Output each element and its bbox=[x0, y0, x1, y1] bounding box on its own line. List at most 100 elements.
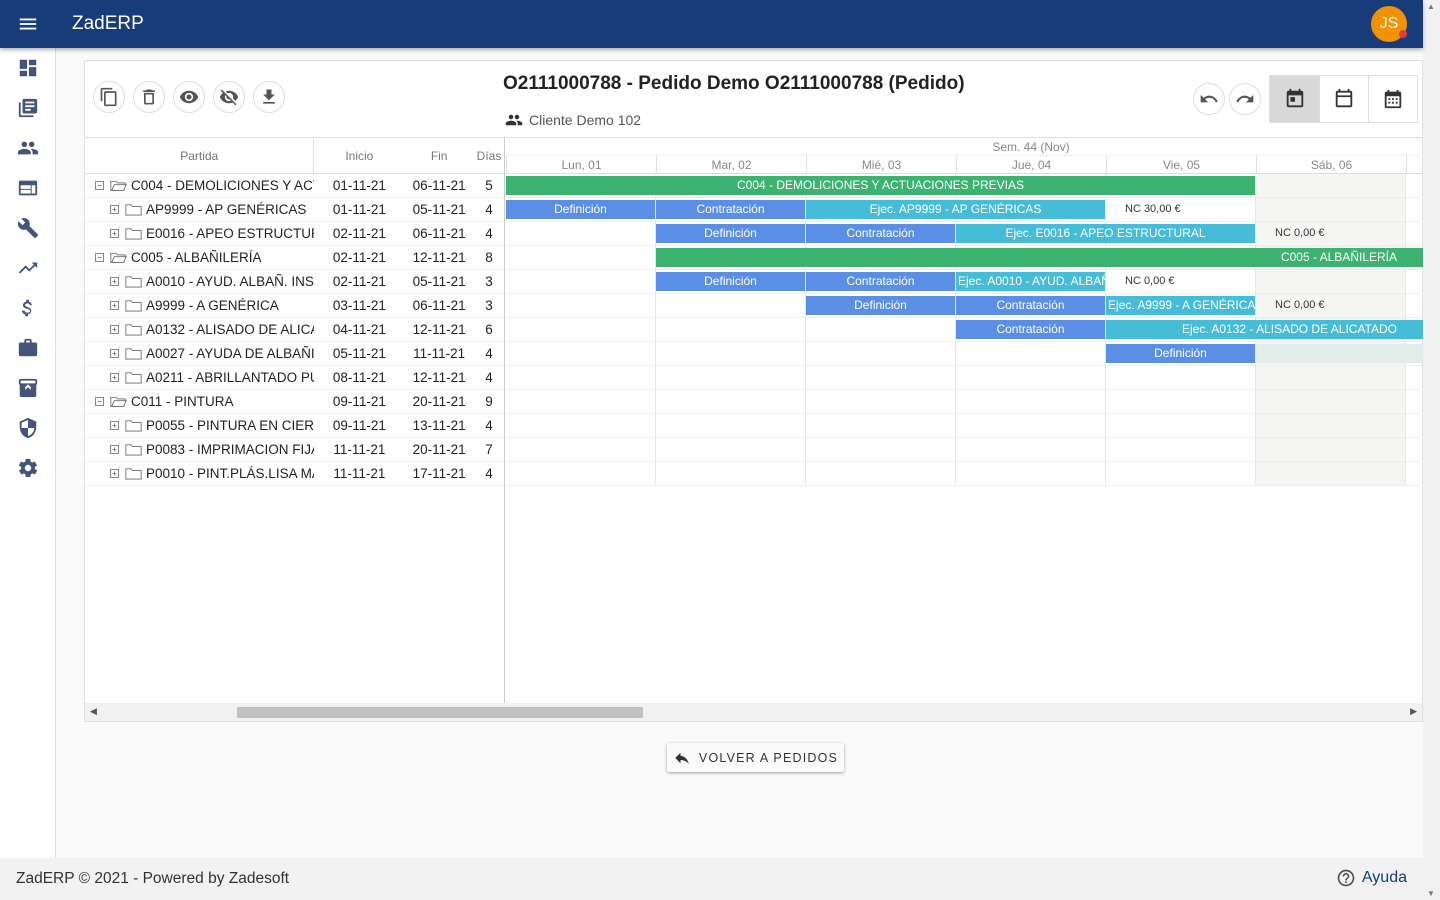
undo-button[interactable] bbox=[1193, 83, 1225, 115]
table-row[interactable]: + A0027 - AYUDA DE ALBAÑILERÍA 05-11-21 11-… bbox=[85, 342, 504, 366]
task-bar-definicion[interactable]: Definición bbox=[656, 272, 805, 291]
dias-cell: 8 bbox=[485, 250, 493, 265]
month-view-button[interactable] bbox=[1368, 76, 1417, 122]
task-bar-ejecucion[interactable]: Ejec. A0132 - ALISADO DE ALICATADO bbox=[1106, 320, 1423, 339]
sidebar-item-people[interactable] bbox=[0, 128, 56, 168]
partida-cell: − C005 - ALBAÑILERÍA bbox=[85, 250, 314, 265]
summary-bar[interactable]: C004 - DEMOLICIONES Y ACTUACIONES PREVIA… bbox=[506, 176, 1255, 195]
delete-button[interactable] bbox=[133, 81, 165, 113]
dias-cell: 4 bbox=[485, 202, 493, 217]
sidebar-item-trending[interactable] bbox=[0, 248, 56, 288]
expand-icon[interactable]: + bbox=[110, 349, 119, 358]
folder-icon bbox=[125, 324, 142, 336]
task-bar-contratacion[interactable]: Contratación bbox=[806, 272, 955, 291]
expand-icon[interactable]: + bbox=[110, 205, 119, 214]
task-bar-contratacion[interactable]: Contratación bbox=[956, 296, 1105, 315]
table-row[interactable]: + E0016 - APEO ESTRUCTURAL 02-11-21 06-11-2… bbox=[85, 222, 504, 246]
expand-icon[interactable]: + bbox=[110, 421, 119, 430]
task-bar-ejecucion[interactable]: Ejec. A0010 - AYUD. ALBAÑ. INSTALACIONES bbox=[956, 272, 1105, 291]
expand-icon[interactable]: + bbox=[110, 229, 119, 238]
row-gridline bbox=[506, 413, 1423, 414]
column-header-inicio[interactable]: Inicio bbox=[314, 138, 404, 173]
table-row[interactable]: + P0010 - PINT.PLÁS.LISA MATE 11-11-21 17-1… bbox=[85, 462, 504, 486]
sidebar-item-library[interactable] bbox=[0, 88, 56, 128]
dias-cell: 4 bbox=[485, 226, 493, 241]
table-row[interactable]: + A0211 - ABRILLANTADO PULIDO 08-11-21 12-1… bbox=[85, 366, 504, 390]
table-row[interactable]: + P0055 - PINTURA EN CIERRES 09-11-21 13-11… bbox=[85, 414, 504, 438]
table-row[interactable]: − C005 - ALBAÑILERÍA 02-11-21 12-11-21 8 bbox=[85, 246, 504, 270]
table-row[interactable]: − C004 - DEMOLICIONES Y ACTUACIONES PREVI… bbox=[85, 174, 504, 198]
collapse-icon[interactable]: − bbox=[95, 397, 104, 406]
expand-icon[interactable]: + bbox=[110, 469, 119, 478]
folder-icon bbox=[125, 420, 142, 432]
day-label: Jue, 04 bbox=[956, 156, 1106, 174]
day-label: Mar, 02 bbox=[656, 156, 806, 174]
task-bar-ejecucion[interactable]: Ejec. AP9999 - AP GENÉRICAS bbox=[806, 200, 1105, 219]
sidebar-item-finance[interactable] bbox=[0, 288, 56, 328]
download-button[interactable] bbox=[253, 81, 285, 113]
duplicate-button[interactable] bbox=[93, 81, 125, 113]
expand-icon[interactable]: + bbox=[110, 277, 119, 286]
table-row[interactable]: + P0083 - IMPRIMACION FIJADORA 11-11-21 20-… bbox=[85, 438, 504, 462]
timeline-header: Sem. 44 (Nov) Lun, 01 Mar, 02 Mié, 03 Jue, … bbox=[506, 138, 1423, 174]
help-icon bbox=[1337, 869, 1355, 887]
hide-button[interactable] bbox=[213, 81, 245, 113]
partida-cell: + A0010 - AYUD. ALBAÑ. INSTALACIONES bbox=[85, 274, 314, 289]
week-view-button[interactable] bbox=[1319, 76, 1368, 122]
partida-cell: + AP9999 - AP GENÉRICAS bbox=[85, 202, 314, 217]
expand-icon[interactable]: + bbox=[110, 325, 119, 334]
show-button[interactable] bbox=[173, 81, 205, 113]
sidebar-item-dashboard[interactable] bbox=[0, 48, 56, 88]
column-header-partida[interactable]: Partida bbox=[85, 138, 315, 173]
task-bar-definicion[interactable]: Definición bbox=[656, 224, 805, 243]
shield-icon bbox=[19, 417, 37, 439]
partida-name: A0211 - ABRILLANTADO PULIDO bbox=[146, 370, 314, 385]
sidebar-item-security[interactable] bbox=[0, 408, 56, 448]
help-label: Ayuda bbox=[1361, 869, 1407, 886]
table-row[interactable]: + A0132 - ALISADO DE ALICATADO 04-11-21 12-… bbox=[85, 318, 504, 342]
task-bar-contratacion[interactable]: Contratación bbox=[806, 224, 955, 243]
sidebar-item-work[interactable] bbox=[0, 328, 56, 368]
task-bar-definicion[interactable]: Definición bbox=[506, 200, 655, 219]
table-row[interactable]: − C011 - PINTURA 09-11-21 20-11-21 9 bbox=[85, 390, 504, 414]
sidebar-item-archive[interactable] bbox=[0, 368, 56, 408]
sidebar-item-settings[interactable] bbox=[0, 448, 56, 488]
collapse-icon[interactable]: − bbox=[95, 253, 104, 262]
vertical-scrollbar[interactable]: ▲ ▼ bbox=[1423, 0, 1440, 900]
fin-cell: 11-11-21 bbox=[413, 346, 466, 361]
task-bar-ejecucion[interactable]: Ejec. A9999 - A GENÉRICA bbox=[1106, 296, 1255, 315]
scroll-up-icon[interactable]: ▲ bbox=[1427, 2, 1435, 11]
summary-bar[interactable]: C005 - ALBAÑILERÍA bbox=[656, 248, 1423, 267]
task-bar-contratacion[interactable]: Contratación bbox=[656, 200, 805, 219]
scroll-down-icon[interactable]: ▼ bbox=[1427, 889, 1435, 898]
task-grid: Partida Inicio Fin Días − C004 - DEMOLICI… bbox=[85, 137, 505, 703]
horizontal-scrollbar[interactable]: ◀ ▶ bbox=[85, 703, 1422, 721]
partida-name: A9999 - A GENÉRICA bbox=[146, 298, 279, 313]
task-bar-highlight[interactable] bbox=[1256, 344, 1423, 363]
task-bar-ejecucion[interactable]: Ejec. E0016 - APEO ESTRUCTURAL bbox=[956, 224, 1255, 243]
scroll-left-icon[interactable]: ◀ bbox=[90, 706, 97, 717]
scrollbar-thumb[interactable] bbox=[237, 707, 643, 718]
task-bar-definicion[interactable]: Definición bbox=[806, 296, 955, 315]
back-to-orders-button[interactable]: VOLVER A PEDIDOS bbox=[667, 743, 844, 772]
help-link[interactable]: Ayuda bbox=[1336, 868, 1407, 888]
sidebar-item-tools[interactable] bbox=[0, 208, 56, 248]
column-header-dias[interactable]: Días bbox=[474, 138, 504, 173]
table-row[interactable]: + AP9999 - AP GENÉRICAS 01-11-21 05-11-21 4 bbox=[85, 198, 504, 222]
menu-icon[interactable] bbox=[0, 0, 56, 48]
collapse-icon[interactable]: − bbox=[95, 181, 104, 190]
user-avatar[interactable]: JS bbox=[1371, 6, 1407, 42]
redo-button[interactable] bbox=[1229, 83, 1261, 115]
expand-icon[interactable]: + bbox=[110, 373, 119, 382]
table-row[interactable]: + A0010 - AYUD. ALBAÑ. INSTALACIONES 02-11… bbox=[85, 270, 504, 294]
download-icon bbox=[263, 89, 275, 104]
table-row[interactable]: + A9999 - A GENÉRICA 03-11-21 06-11-21 3 bbox=[85, 294, 504, 318]
day-view-button[interactable] bbox=[1270, 76, 1319, 122]
expand-icon[interactable]: + bbox=[110, 301, 119, 310]
expand-icon[interactable]: + bbox=[110, 445, 119, 454]
sidebar-item-web[interactable] bbox=[0, 168, 56, 208]
column-header-fin[interactable]: Fin bbox=[404, 138, 474, 173]
scroll-right-icon[interactable]: ▶ bbox=[1410, 706, 1417, 717]
task-bar-contratacion[interactable]: Contratación bbox=[956, 320, 1105, 339]
task-bar-definicion[interactable]: Definición bbox=[1106, 344, 1255, 363]
